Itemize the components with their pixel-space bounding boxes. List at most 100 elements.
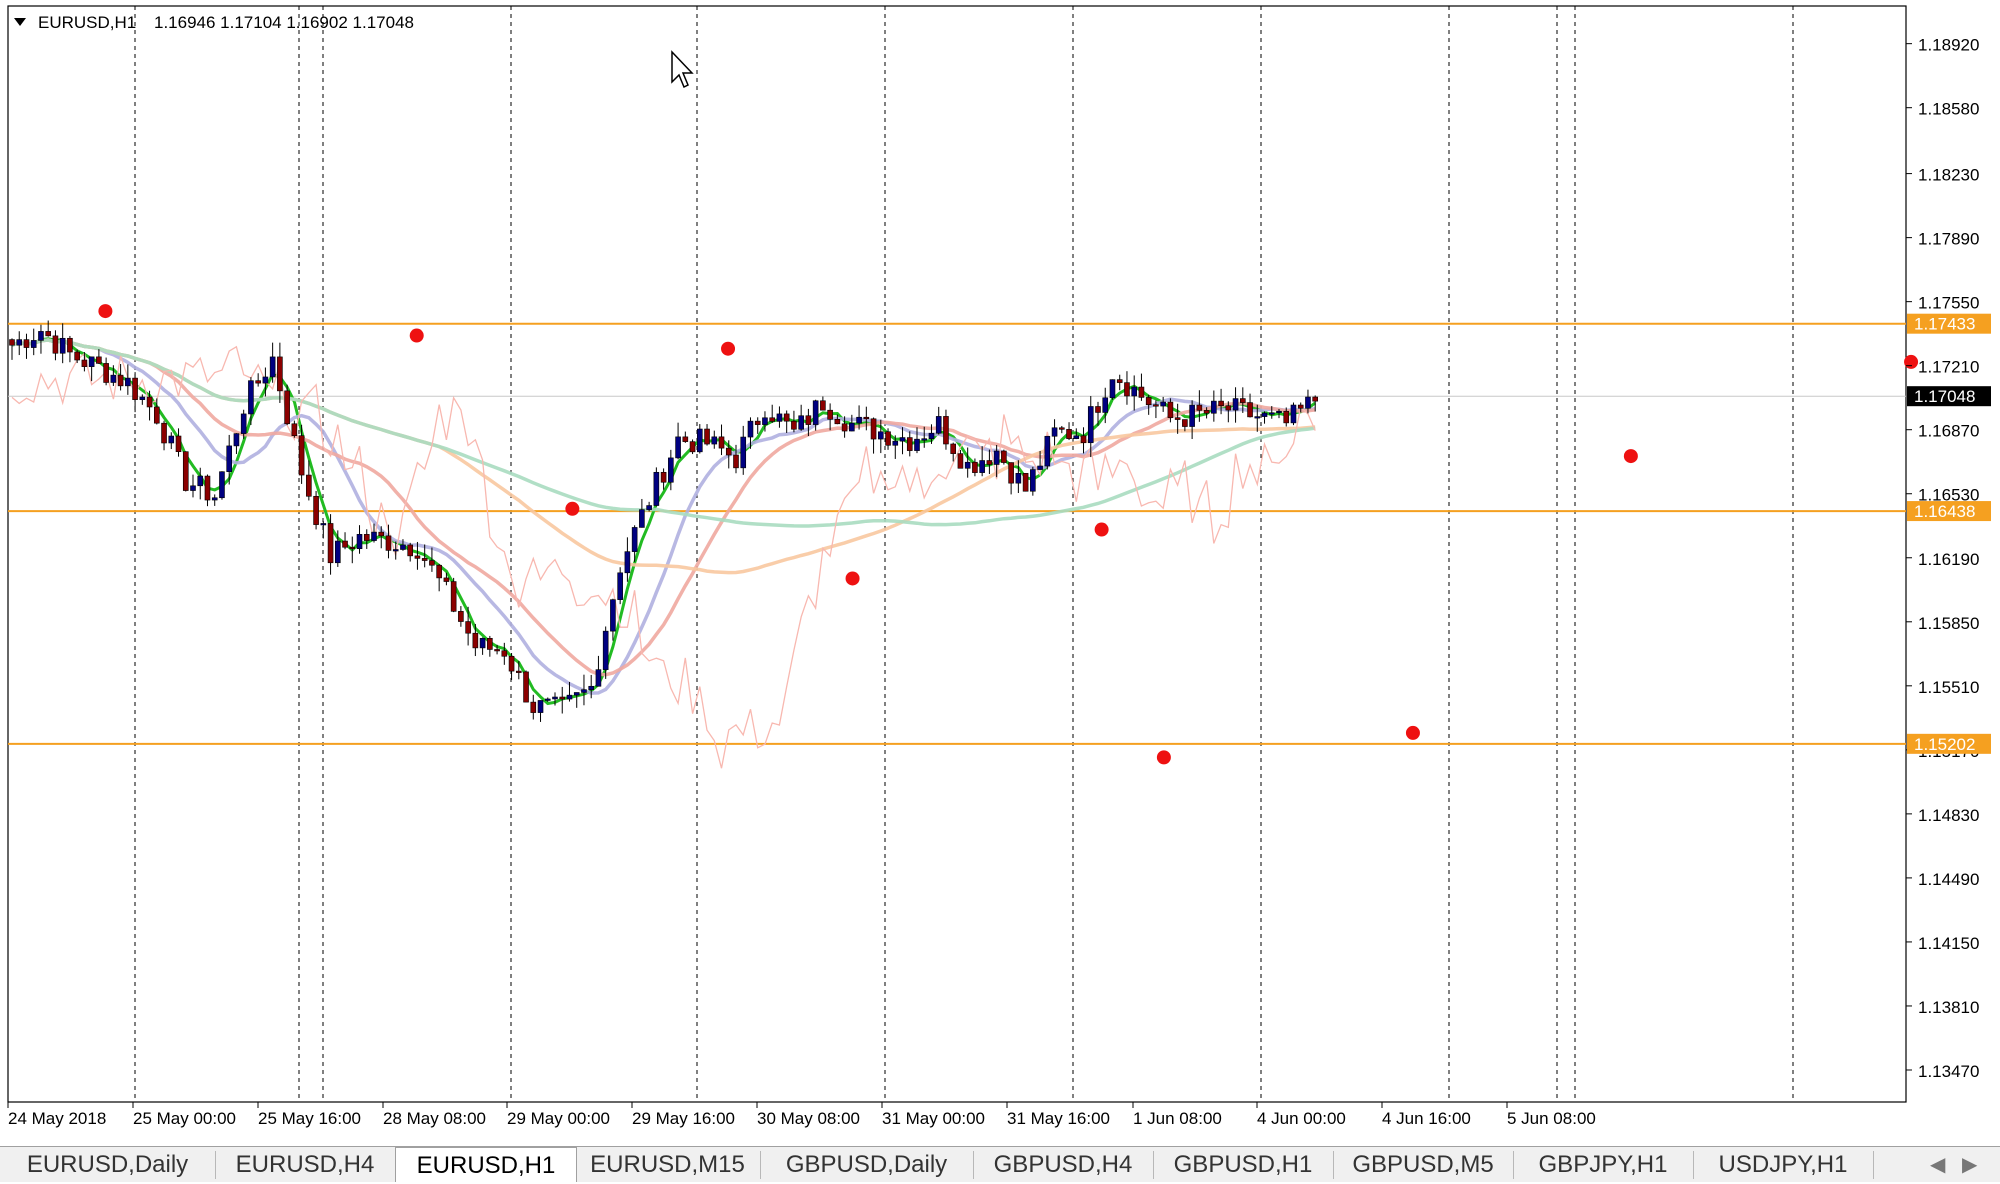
candle-body — [125, 377, 131, 387]
header-ohlc: 1.16946 1.17104 1.16902 1.17048 — [154, 13, 414, 32]
chart-tab[interactable]: EURUSD,H1 — [395, 1147, 577, 1182]
candle-body — [1037, 465, 1043, 470]
candle-body — [371, 531, 377, 541]
fractal-high-marker — [1623, 449, 1638, 464]
x-tick-label: 31 May 00:00 — [882, 1109, 985, 1128]
candle-body — [986, 460, 993, 465]
chart-tab[interactable]: GBPUSD,H1 — [1153, 1151, 1334, 1179]
candle-body — [928, 432, 935, 440]
chart-background — [0, 0, 2000, 1146]
chart-header: EURUSD,H1 1.16946 1.17104 1.16902 1.1704… — [14, 13, 414, 32]
candle-body — [1044, 435, 1051, 467]
candle-body — [168, 435, 175, 444]
chart-tab[interactable]: GBPUSD,M5 — [1333, 1151, 1514, 1179]
candle-body — [1080, 435, 1087, 444]
y-tick-label: 1.18580 — [1918, 100, 1979, 119]
level-price-label: 1.17433 — [1914, 315, 1975, 334]
candle-body — [378, 531, 385, 537]
chart-tab[interactable]: GBPUSD,H4 — [973, 1151, 1154, 1179]
candle-body — [689, 441, 696, 453]
chart-tab[interactable]: GBPUSD,Daily — [760, 1151, 974, 1179]
candle-body — [877, 431, 884, 440]
candle-body — [523, 671, 529, 703]
candle-body — [588, 685, 595, 690]
candle-body — [487, 637, 493, 650]
candle-body — [1022, 473, 1029, 492]
candle-body — [1240, 398, 1246, 403]
candle-body — [791, 420, 797, 430]
candle-body — [682, 436, 689, 442]
candle-body — [117, 374, 124, 387]
fractal-high-marker — [721, 341, 736, 356]
candle-body — [914, 438, 920, 451]
candle-body — [573, 692, 580, 696]
tab-scroll-right-icon[interactable]: ▶ — [1962, 1151, 1977, 1179]
candle-body — [219, 471, 225, 499]
candle-body — [552, 696, 558, 700]
candle-body — [1254, 416, 1261, 419]
candle-body — [233, 433, 240, 447]
candle-body — [226, 445, 232, 472]
candle-body — [240, 413, 247, 434]
candle-body — [320, 523, 327, 526]
candle-body — [537, 700, 544, 713]
candle-body — [1066, 429, 1072, 439]
candle-body — [9, 339, 15, 346]
candle-body — [479, 637, 486, 649]
x-tick-label: 25 May 00:00 — [133, 1109, 236, 1128]
x-tick-label: 29 May 16:00 — [632, 1109, 735, 1128]
y-tick-label: 1.14830 — [1918, 806, 1979, 825]
candle-body — [762, 417, 768, 425]
candle-body — [1138, 386, 1145, 398]
chart-tab[interactable]: EURUSD,Daily — [0, 1151, 216, 1179]
candle-body — [81, 359, 88, 367]
x-tick-label: 24 May 2018 — [8, 1109, 106, 1128]
candle-body — [363, 534, 370, 541]
candle-body — [313, 495, 319, 525]
fractal-high-marker — [409, 328, 424, 343]
candle-body — [885, 431, 891, 446]
candle-body — [935, 416, 942, 434]
price-chart[interactable]: 1.18920 1.18580 1.18230 1.17890 1.17550 1.172… — [0, 0, 2000, 1146]
candle-body — [197, 475, 204, 487]
candle-body — [544, 698, 551, 701]
candle-body — [1160, 401, 1166, 407]
x-tick-label: 4 Jun 16:00 — [1382, 1109, 1471, 1128]
chart-tab[interactable]: EURUSD,H4 — [215, 1151, 396, 1179]
candle-body — [566, 694, 573, 700]
candle-body — [1290, 404, 1297, 424]
candle-body — [334, 540, 341, 564]
x-tick-label: 29 May 00:00 — [507, 1109, 610, 1128]
candle-body — [631, 527, 638, 552]
candle-body — [356, 534, 363, 550]
tab-scroll-left-icon[interactable]: ◀ — [1930, 1151, 1945, 1179]
candle-body — [1145, 397, 1152, 406]
chart-tab[interactable]: EURUSD,M15 — [575, 1151, 761, 1179]
candle-body — [646, 505, 652, 510]
candle-body — [306, 474, 312, 497]
candle-body — [96, 356, 102, 364]
candle-body — [110, 374, 117, 383]
candle-body — [805, 415, 812, 425]
candle-body — [1305, 396, 1311, 409]
fractal-low-marker — [1405, 725, 1420, 740]
candle-body — [1211, 400, 1217, 414]
candle-body — [668, 457, 674, 483]
candle-body — [595, 669, 602, 687]
chart-window[interactable]: 1.18920 1.18580 1.18230 1.17890 1.17550 1.172… — [0, 0, 2000, 1182]
candle-body — [1189, 404, 1195, 427]
chart-tab[interactable]: USDJPY,H1 — [1693, 1151, 1874, 1179]
candle-body — [248, 380, 254, 415]
chart-tab[interactable]: GBPJPY,H1 — [1513, 1151, 1694, 1179]
candle-body — [1312, 396, 1318, 402]
candle-body — [1124, 382, 1130, 397]
y-tick-label: 1.14490 — [1918, 870, 1979, 889]
candle-body — [921, 438, 928, 441]
candle-body — [139, 396, 146, 400]
level-price-label: 1.16438 — [1914, 502, 1975, 521]
current-price-label: 1.17048 — [1914, 387, 1975, 406]
candle-body — [675, 436, 681, 459]
candle-body — [298, 435, 305, 476]
candle-body — [211, 497, 218, 501]
candle-body — [660, 471, 667, 483]
